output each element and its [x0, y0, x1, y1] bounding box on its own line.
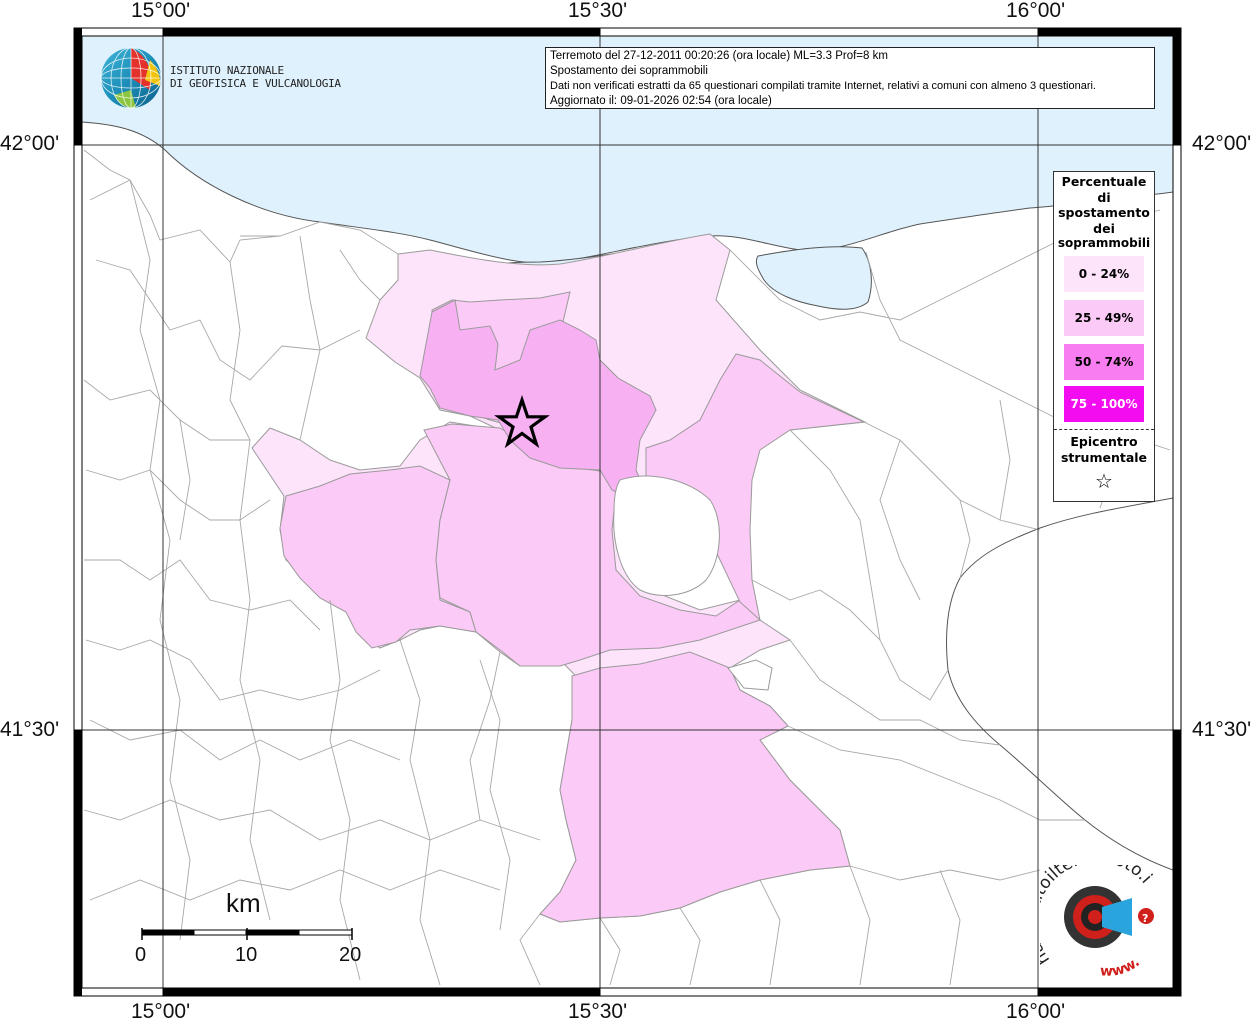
- map-content: [82, 36, 1173, 988]
- institute-line-1: ISTITUTO NAZIONALE: [170, 64, 284, 77]
- legend-class-25-49: 25 - 49%: [1064, 300, 1144, 336]
- lat-label-right-2: 41°30': [1192, 718, 1252, 741]
- legend-title-line: Percentuale: [1061, 174, 1147, 189]
- scale-label-20: 20: [339, 944, 362, 966]
- legend-title-line: soprammobili: [1057, 236, 1151, 250]
- institute-line-2: DI GEOFISICA E VULCANOLOGIA: [170, 77, 341, 90]
- legend-epicenter-line: strumentale: [1060, 450, 1148, 465]
- lon-label-bottom-3: 16°00': [1006, 1000, 1066, 1023]
- lon-label-bottom-2: 15°30': [568, 1000, 628, 1023]
- event-title-line-3: Dati non verificati estratti da 65 quest…: [550, 80, 1096, 92]
- legend-title: Percentuale di spostamento dei soprammob…: [1054, 172, 1154, 252]
- legend-title-line: dei: [1093, 220, 1115, 236]
- legend-class-0-24: 0 - 24%: [1064, 256, 1144, 292]
- lat-label-right-1: 42°00': [1192, 132, 1252, 155]
- svg-text:www.: www.: [1100, 954, 1143, 980]
- scale-label-10: 10: [235, 944, 258, 966]
- legend: Percentuale di spostamento dei soprammob…: [1053, 171, 1155, 502]
- scale-unit: km: [226, 888, 261, 918]
- unfilled-comune: [613, 475, 720, 596]
- event-title-line-1: Terremoto del 27-12-2011 00:20:26 (ora l…: [550, 50, 888, 62]
- institute-name: ISTITUTO NAZIONALE DI GEOFISICA E VULCAN…: [170, 64, 341, 90]
- legend-epicenter: Epicentro strumentale ☆: [1054, 434, 1154, 496]
- legend-separator: [1054, 429, 1154, 430]
- scale-label-0: 0: [135, 944, 147, 966]
- event-title-line-2: Spostamento dei soprammobili: [550, 65, 708, 77]
- lon-label-bottom-1: 15°00': [131, 1000, 191, 1023]
- logo-site-text: haisentitoilterremoto.it: [1040, 865, 1156, 968]
- legend-title-line: di: [1097, 189, 1111, 205]
- lon-label-top-2: 15°30': [568, 0, 628, 22]
- legend-class-75-100: 75 - 100%: [1064, 386, 1144, 422]
- legend-star-icon: ☆: [1095, 469, 1113, 493]
- lat-label-left-2: 41°30': [0, 718, 60, 741]
- legend-class-50-74: 50 - 74%: [1064, 344, 1144, 380]
- lon-label-top-3: 16°00': [1006, 0, 1066, 22]
- svg-text:haisentitoilterremoto.it: haisentitoilterremoto.it: [1040, 865, 1156, 968]
- logo-question-mark: ?: [1142, 912, 1148, 925]
- logo-www-text: www.: [1100, 954, 1143, 980]
- event-title-line-4: Aggiornato il: 09-01-2026 02:54 (ora loc…: [550, 95, 772, 107]
- haisentito-logo-text: haisentitoilterremoto.it www. ?: [1040, 865, 1156, 980]
- event-info-box: Terremoto del 27-12-2011 00:20:26 (ora l…: [545, 47, 1155, 109]
- legend-epicenter-line: Epicentro: [1070, 434, 1138, 449]
- legend-title-line: spostamento: [1058, 205, 1150, 220]
- lon-label-top-1: 15°00': [131, 0, 191, 22]
- lat-label-left-1: 42°00': [0, 132, 60, 155]
- ingv-logo-icon: [100, 47, 162, 109]
